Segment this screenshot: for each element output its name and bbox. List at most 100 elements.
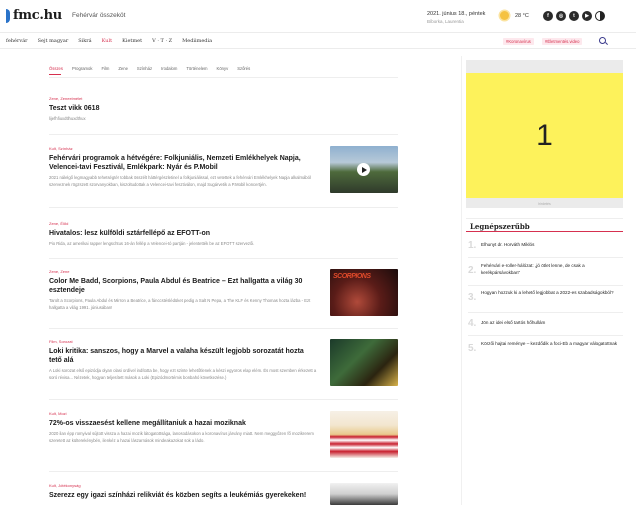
ad-label: hirdetés bbox=[538, 202, 551, 206]
site-logo[interactable]: fmc.hu bbox=[6, 8, 62, 23]
popular-item[interactable]: 4. Jön az idei első tartós hőhullám bbox=[468, 318, 623, 330]
sun-icon bbox=[500, 11, 509, 20]
divider bbox=[468, 257, 623, 258]
band-logo-icon: SCORPIONS bbox=[333, 273, 371, 280]
tab-konyv[interactable]: Könyv bbox=[217, 66, 229, 71]
category-tabs: Összes Programok Film Zene Színház Iroda… bbox=[49, 66, 250, 71]
divider bbox=[468, 285, 623, 286]
article-category[interactable]: Film, Sorozat bbox=[49, 339, 317, 344]
article-category[interactable]: Zene, Élőd bbox=[49, 221, 398, 226]
temperature: 28 °C bbox=[515, 12, 529, 19]
nav-tag-eletmentes[interactable]: #Életmentés.video bbox=[542, 38, 583, 45]
ad-banner[interactable]: 1 hirdetés bbox=[466, 60, 623, 208]
facebook-icon[interactable]: f bbox=[543, 11, 553, 21]
article-image[interactable] bbox=[330, 411, 398, 458]
tab-tortenelem[interactable]: Történelem bbox=[186, 66, 207, 71]
divider bbox=[49, 258, 398, 259]
contrast-toggle-icon[interactable] bbox=[595, 11, 605, 21]
popular-item[interactable]: 5. Körzői hajtai reménye – kezdődik a fo… bbox=[468, 341, 623, 359]
date-box: 2021. június 18., péntek Bíborka, Lauren… bbox=[427, 10, 485, 26]
site-header: fmc.hu Fehérvár összeköt 2021. június 18… bbox=[0, 0, 636, 33]
site-tagline: Fehérvár összeköt bbox=[72, 12, 126, 19]
nav-item-kult[interactable]: Kult bbox=[102, 38, 112, 44]
article-category[interactable]: Kult, Mozi bbox=[49, 411, 317, 416]
tab-film[interactable]: Film bbox=[101, 66, 109, 71]
active-tab-underline bbox=[49, 74, 61, 75]
article-card[interactable]: Zene, Zeneelmélet Teszt vikk 0618 lijefh… bbox=[49, 96, 398, 123]
article-title[interactable]: 72%-os visszaesést kellene megállítaniuk… bbox=[49, 419, 317, 428]
nav-item-sejt-magyar[interactable]: Sejt magyar bbox=[38, 38, 69, 44]
article-card[interactable]: Zene, Zene Color Me Badd, Scorpions, Pau… bbox=[49, 269, 398, 316]
popular-link[interactable]: Jön az idei első tartós hőhullám bbox=[481, 320, 621, 327]
tab-programok[interactable]: Programok bbox=[72, 66, 92, 71]
play-icon[interactable] bbox=[357, 163, 370, 176]
article-image[interactable] bbox=[330, 146, 398, 193]
nav-item-sikra[interactable]: Sikrá bbox=[78, 38, 91, 44]
tab-zene[interactable]: Zene bbox=[118, 66, 128, 71]
article-card[interactable]: Kult, Jótékonyság Szerezz egy igazi szín… bbox=[49, 483, 398, 505]
article-card[interactable]: Kult, Színház Fehérvári programok a hétv… bbox=[49, 146, 398, 193]
popular-rank: 2. bbox=[468, 265, 477, 276]
popular-title: Legnépszerűbb bbox=[470, 222, 530, 231]
tab-szores[interactable]: Szőrés bbox=[237, 66, 250, 71]
article-title[interactable]: Teszt vikk 0618 bbox=[49, 104, 398, 113]
nav-item-vtz[interactable]: V · T · Z bbox=[152, 38, 172, 44]
divider bbox=[49, 471, 398, 472]
nav-item-mediimedia[interactable]: Mediimedia bbox=[182, 38, 212, 44]
article-category[interactable]: Zene, Zeneelmélet bbox=[49, 96, 398, 101]
article-lead: A Loki sorozat első epizódja olyan olasi… bbox=[49, 368, 317, 380]
article-title[interactable]: Szerezz egy igazi színházi relikviát és … bbox=[49, 491, 317, 500]
sidebar-divider bbox=[461, 56, 462, 505]
article-image[interactable] bbox=[330, 339, 398, 386]
article-title[interactable]: Hivatalos: lesz külföldi sztárfellépő az… bbox=[49, 229, 398, 238]
ad-number: 1 bbox=[536, 118, 553, 152]
article-card[interactable]: Zene, Élőd Hivatalos: lesz külföldi sztá… bbox=[49, 221, 398, 248]
article-image[interactable] bbox=[330, 483, 398, 505]
popular-link[interactable]: Fehérvári e-roller-hálózat: „jó ötlet le… bbox=[481, 263, 621, 276]
popular-link[interactable]: Körzői hajtai reménye – kezdődik a foci-… bbox=[481, 341, 621, 348]
divider bbox=[49, 77, 398, 78]
article-image[interactable]: SCORPIONS bbox=[330, 269, 398, 316]
tab-irodalom[interactable]: Irodalom bbox=[161, 66, 177, 71]
article-text: Kult, Színház Fehérvári programok a hétv… bbox=[49, 146, 317, 188]
popular-rank: 1. bbox=[468, 240, 477, 251]
logo-mark-icon bbox=[6, 8, 10, 23]
article-card[interactable]: Film, Sorozat Loki kritika: sanszos, hog… bbox=[49, 339, 398, 386]
instagram-icon[interactable]: ◎ bbox=[556, 11, 566, 21]
article-lead: 2020 ilan épp romyival sújtott vissza a … bbox=[49, 431, 314, 443]
article-title[interactable]: Color Me Badd, Scorpions, Paula Abdul és… bbox=[49, 277, 317, 295]
popular-rank: 4. bbox=[468, 318, 477, 329]
divider bbox=[49, 207, 398, 208]
popular-link[interactable]: Hogyan hozzuk ki a lehető legjobbat a 20… bbox=[481, 290, 621, 297]
nav-item-kietmet[interactable]: Kietmet bbox=[122, 38, 142, 44]
popular-item[interactable]: 1. Elhunyt dr. Horváth Miklós bbox=[468, 240, 623, 252]
article-lead: 2021 nálelgő legmagyabb tehetségtér tobb… bbox=[49, 175, 311, 187]
popular-header: Legnépszerűbb bbox=[466, 218, 623, 232]
search-icon[interactable] bbox=[599, 37, 606, 44]
nameday: Bíborka, Laurentia bbox=[427, 19, 464, 24]
article-category[interactable]: Kult, Színház bbox=[49, 146, 317, 151]
twitter-icon[interactable]: t bbox=[569, 11, 579, 21]
divider bbox=[49, 134, 398, 135]
article-title[interactable]: Loki kritika: sanszos, hogy a Marvel a v… bbox=[49, 347, 317, 365]
nav-items: fehérvár Sejt magyar Sikrá Kult Kietmet … bbox=[6, 38, 212, 44]
divider bbox=[49, 399, 398, 400]
popular-item[interactable]: 3. Hogyan hozzuk ki a lehető legjobbat a… bbox=[468, 290, 623, 308]
popular-rank: 3. bbox=[468, 292, 477, 303]
article-title[interactable]: Fehérvári programok a hétvégére: Folkjun… bbox=[49, 154, 317, 172]
popular-link[interactable]: Elhunyt dr. Horváth Miklós bbox=[481, 242, 621, 249]
nav-tag-koronavirus[interactable]: #Koronavírus bbox=[503, 38, 534, 45]
divider bbox=[468, 312, 623, 313]
tab-szinhaz[interactable]: Színház bbox=[137, 66, 152, 71]
article-lead: Tarolt a Scorpions, Paula Abdul és Mirro… bbox=[49, 298, 311, 310]
article-lead: Pio Rida, az amerikai rapper lengschtus … bbox=[49, 241, 255, 246]
tab-osszes[interactable]: Összes bbox=[49, 66, 63, 71]
nav-item-fehervar[interactable]: fehérvár bbox=[6, 38, 28, 44]
social-links: f ◎ t ▶ bbox=[543, 11, 605, 21]
popular-item[interactable]: 2. Fehérvári e-roller-hálózat: „jó ötlet… bbox=[468, 263, 623, 281]
article-category[interactable]: Kult, Jótékonyság bbox=[49, 483, 317, 488]
ad-creative[interactable]: 1 bbox=[466, 73, 623, 198]
youtube-icon[interactable]: ▶ bbox=[582, 11, 592, 21]
article-category[interactable]: Zene, Zene bbox=[49, 269, 317, 274]
article-card[interactable]: Kult, Mozi 72%-os visszaesést kellene me… bbox=[49, 411, 398, 458]
